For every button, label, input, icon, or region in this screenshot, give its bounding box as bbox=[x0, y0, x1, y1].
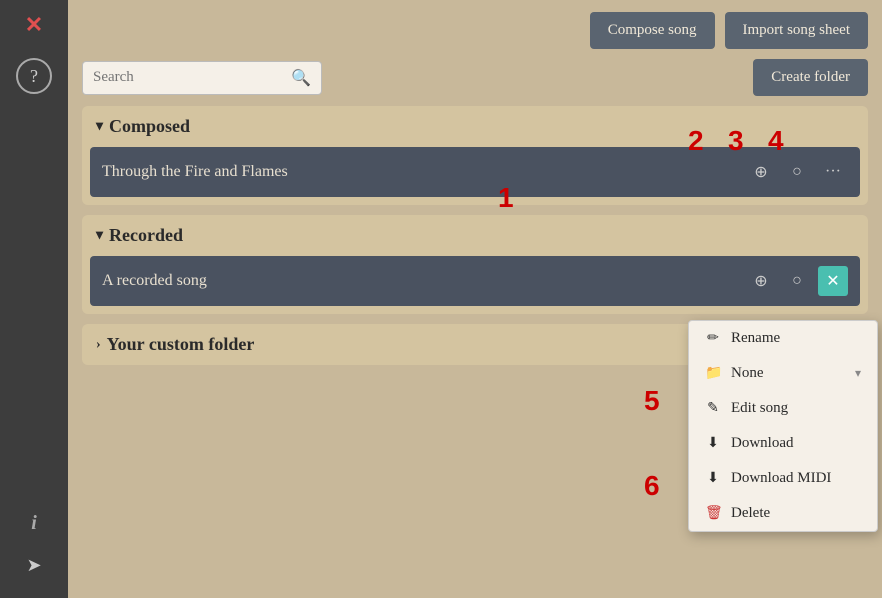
context-rename[interactable]: ✏ Rename bbox=[689, 321, 877, 356]
move-icon-recorded[interactable]: ⊕ bbox=[746, 266, 776, 296]
section-composed: ▾ Composed Through the Fire and Flames ⊕… bbox=[82, 106, 868, 205]
song-item-fire-and-flames: Through the Fire and Flames ⊕ ○ ··· bbox=[90, 147, 860, 197]
chevron-recorded-icon: ▾ bbox=[96, 227, 103, 244]
search-row: 🔍 Create folder bbox=[82, 59, 868, 96]
folder-icon: 📁 bbox=[705, 365, 721, 382]
main-panel: Compose song Import song sheet 🔍 Create … bbox=[68, 0, 882, 598]
section-custom-label: Your custom folder bbox=[107, 334, 255, 355]
sub-arrow-icon: ▾ bbox=[855, 366, 861, 381]
select-circle-icon[interactable]: ○ bbox=[782, 157, 812, 187]
close-active-icon[interactable]: ✕ bbox=[818, 266, 848, 296]
context-download[interactable]: ⬇ Download bbox=[689, 426, 877, 461]
context-menu: ✏ Rename 📁 None ▾ ✎ Edit song ⬇ Download… bbox=[688, 320, 878, 532]
song-actions: ⊕ ○ ··· bbox=[746, 157, 848, 187]
section-composed-label: Composed bbox=[109, 116, 190, 137]
search-container: 🔍 bbox=[82, 61, 322, 95]
delete-icon: 🗑 bbox=[705, 505, 721, 522]
context-delete[interactable]: 🗑 Delete bbox=[689, 496, 877, 531]
song-title-recorded: A recorded song bbox=[102, 272, 746, 290]
create-folder-button[interactable]: Create folder bbox=[753, 59, 868, 96]
rename-label: Rename bbox=[731, 330, 861, 347]
delete-label: Delete bbox=[731, 505, 861, 522]
context-none[interactable]: 📁 None ▾ bbox=[689, 356, 877, 391]
close-icon[interactable]: ✕ bbox=[25, 12, 43, 38]
select-circle-icon-recorded[interactable]: ○ bbox=[782, 266, 812, 296]
search-input[interactable] bbox=[93, 69, 283, 86]
download-midi-label: Download MIDI bbox=[731, 470, 861, 487]
download-label: Download bbox=[731, 435, 861, 452]
nav-arrow-icon[interactable]: ➤ bbox=[26, 555, 41, 576]
compose-song-button[interactable]: Compose song bbox=[590, 12, 715, 49]
help-icon: ? bbox=[30, 66, 38, 87]
toolbar: Compose song Import song sheet bbox=[82, 12, 868, 49]
help-button[interactable]: ? bbox=[16, 58, 52, 94]
search-icon: 🔍 bbox=[291, 68, 311, 88]
edit-icon: ✎ bbox=[705, 400, 721, 417]
download-icon: ⬇ bbox=[705, 435, 721, 452]
context-download-midi[interactable]: ⬇ Download MIDI bbox=[689, 461, 877, 496]
annotation-6: 6 bbox=[644, 470, 660, 502]
chevron-composed-icon: ▾ bbox=[96, 118, 103, 135]
chevron-custom-icon: › bbox=[96, 337, 101, 353]
section-recorded-label: Recorded bbox=[109, 225, 183, 246]
more-options-icon[interactable]: ··· bbox=[818, 157, 848, 187]
section-recorded-header[interactable]: ▾ Recorded bbox=[82, 215, 868, 256]
sidebar: ✕ ? i ➤ bbox=[0, 0, 68, 598]
info-icon[interactable]: i bbox=[31, 512, 37, 535]
section-recorded: ▾ Recorded A recorded song ⊕ ○ ✕ bbox=[82, 215, 868, 314]
move-icon[interactable]: ⊕ bbox=[746, 157, 776, 187]
song-item-recorded: A recorded song ⊕ ○ ✕ bbox=[90, 256, 860, 306]
none-label: None bbox=[731, 365, 845, 382]
annotation-5: 5 bbox=[644, 385, 660, 417]
section-composed-header[interactable]: ▾ Composed bbox=[82, 106, 868, 147]
download-midi-icon: ⬇ bbox=[705, 470, 721, 487]
song-title: Through the Fire and Flames bbox=[102, 163, 746, 181]
song-actions-recorded: ⊕ ○ ✕ bbox=[746, 266, 848, 296]
edit-song-label: Edit song bbox=[731, 400, 861, 417]
import-song-sheet-button[interactable]: Import song sheet bbox=[725, 12, 868, 49]
context-edit-song[interactable]: ✎ Edit song bbox=[689, 391, 877, 426]
rename-icon: ✏ bbox=[705, 330, 721, 347]
